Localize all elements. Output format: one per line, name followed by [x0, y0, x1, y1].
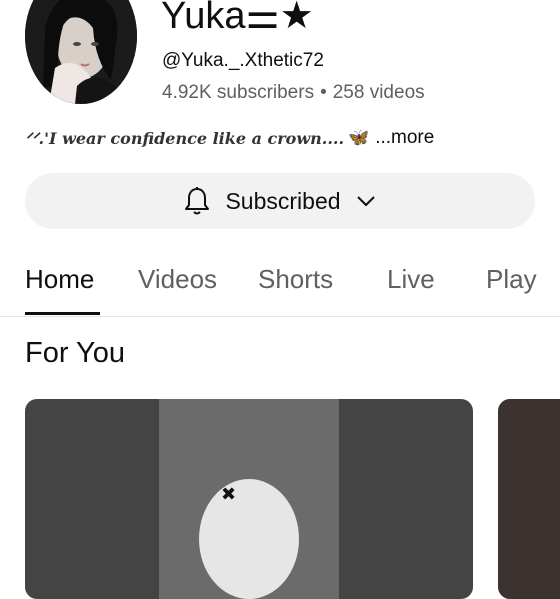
- channel-name-text: Yuka: [161, 0, 246, 37]
- video-count: 258 videos: [332, 82, 425, 103]
- active-tab-indicator: [25, 312, 100, 315]
- channel-description[interactable]: ᐟᐟ. 'I wear confidence like a crown.... …: [25, 127, 434, 149]
- channel-handle: @Yuka._.Xthetic72: [162, 50, 324, 71]
- tab-home[interactable]: Home: [25, 264, 94, 295]
- bow-icon: ✖: [221, 484, 237, 504]
- chevron-down-icon: [356, 196, 375, 206]
- butterfly-icon: 🦋: [348, 128, 370, 147]
- channel-name: Yuka⚌★: [161, 0, 314, 38]
- avatar-image: [25, 0, 137, 104]
- channel-avatar[interactable]: [25, 0, 137, 104]
- tab-videos[interactable]: Videos: [138, 264, 217, 295]
- stats-separator: •: [320, 82, 327, 103]
- more-link[interactable]: ...more: [375, 127, 434, 149]
- tab-live[interactable]: Live: [387, 264, 435, 295]
- channel-name-symbols: ⚌★: [245, 0, 314, 37]
- section-title: For You: [25, 337, 125, 369]
- subscribed-label: Subscribed: [225, 187, 341, 214]
- channel-stats: 4.92K subscribers • 258 videos: [162, 82, 425, 104]
- video-card-next[interactable]: [498, 399, 560, 599]
- subscribed-button[interactable]: Subscribed: [25, 173, 535, 229]
- description-prefix: ᐟᐟ.: [25, 128, 45, 148]
- subscriber-count: 4.92K subscribers: [162, 82, 315, 103]
- channel-tabs: Home Videos Shorts Live Play: [0, 250, 560, 317]
- tab-playlists[interactable]: Play: [486, 264, 537, 295]
- description-text: 'I wear confidence like a crown....: [44, 128, 345, 148]
- video-card[interactable]: ✖: [25, 399, 473, 599]
- tab-shorts[interactable]: Shorts: [258, 264, 333, 295]
- thumbnail-avatar: [199, 479, 299, 599]
- bell-icon: [185, 187, 210, 215]
